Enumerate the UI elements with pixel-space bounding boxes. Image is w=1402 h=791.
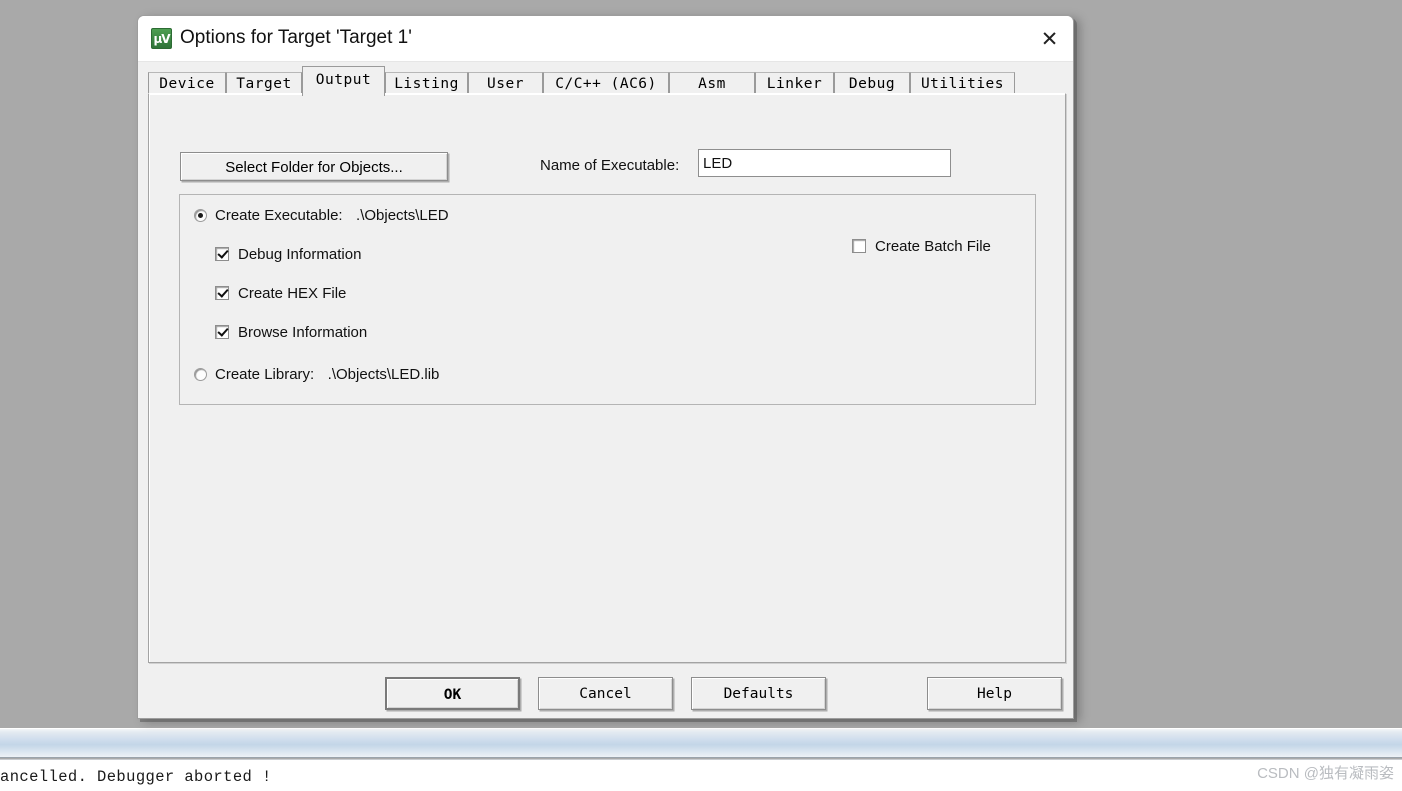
- tab-listing[interactable]: Listing: [385, 72, 468, 94]
- cancel-button[interactable]: Cancel: [538, 677, 673, 710]
- csdn-watermark: CSDN @独有凝雨姿: [1257, 765, 1394, 782]
- tab-debug[interactable]: Debug: [834, 72, 910, 94]
- create-batch-file-label: Create Batch File: [875, 238, 991, 255]
- create-library-label: Create Library:: [215, 366, 315, 383]
- tab-c-c-ac6[interactable]: C/C++ (AC6): [543, 72, 669, 94]
- tab-linker[interactable]: Linker: [755, 72, 834, 94]
- debug-information-label: Debug Information: [238, 246, 362, 263]
- tab-user[interactable]: User: [468, 72, 543, 94]
- debugger-status-text: ancelled. Debugger aborted !: [0, 768, 272, 786]
- debug-information-checkbox[interactable]: [215, 247, 229, 261]
- browse-information-row[interactable]: Browse Information: [215, 324, 367, 342]
- create-batch-file-checkbox[interactable]: [852, 239, 866, 253]
- close-icon[interactable]: ✕: [1026, 16, 1073, 61]
- tab-output[interactable]: Output: [302, 66, 385, 96]
- create-library-radio[interactable]: [194, 368, 207, 381]
- debug-information-row[interactable]: Debug Information: [215, 246, 361, 264]
- create-library-radio-row[interactable]: Create Library: .\Objects\LED.lib: [194, 366, 439, 384]
- defaults-button[interactable]: Defaults: [691, 677, 826, 710]
- dialog-titlebar: µV Options for Target 'Target 1' ✕: [138, 16, 1073, 62]
- create-executable-radio-row[interactable]: Create Executable: .\Objects\LED: [194, 207, 449, 225]
- output-tab-panel: Select Folder for Objects... Name of Exe…: [148, 93, 1066, 663]
- create-executable-label: Create Executable:: [215, 207, 343, 224]
- ok-button[interactable]: OK: [385, 677, 520, 710]
- dialog-title: Options for Target 'Target 1': [180, 27, 412, 48]
- create-batch-file-row[interactable]: Create Batch File: [852, 238, 991, 256]
- help-button[interactable]: Help: [927, 677, 1062, 710]
- options-for-target-dialog: µV Options for Target 'Target 1' ✕ Devic…: [137, 15, 1074, 719]
- tab-target[interactable]: Target: [226, 72, 302, 94]
- create-library-path: .\Objects\LED.lib: [327, 366, 440, 383]
- options-tabstrip: Device Target Output Listing User C/C++ (AC6)…: [148, 62, 1066, 96]
- create-hex-file-checkbox[interactable]: [215, 286, 229, 300]
- name-of-executable-label: Name of Executable:: [540, 157, 680, 174]
- create-executable-path: .\Objects\LED: [356, 207, 449, 224]
- keil-uvision-icon: µV: [151, 28, 172, 49]
- tab-asm[interactable]: Asm: [669, 72, 755, 94]
- create-hex-file-row[interactable]: Create HEX File: [215, 285, 346, 303]
- create-executable-radio[interactable]: [194, 209, 207, 222]
- browse-information-label: Browse Information: [238, 324, 368, 341]
- background-window-titlebar: [0, 728, 1402, 758]
- name-of-executable-input[interactable]: [698, 149, 951, 177]
- select-folder-for-objects-button[interactable]: Select Folder for Objects...: [180, 152, 448, 181]
- create-hex-file-label: Create HEX File: [238, 285, 347, 302]
- output-options-groupbox: Create Executable: .\Objects\LED Debug I…: [179, 194, 1036, 405]
- tab-utilities[interactable]: Utilities: [910, 72, 1015, 94]
- tab-device[interactable]: Device: [148, 72, 226, 94]
- browse-information-checkbox[interactable]: [215, 325, 229, 339]
